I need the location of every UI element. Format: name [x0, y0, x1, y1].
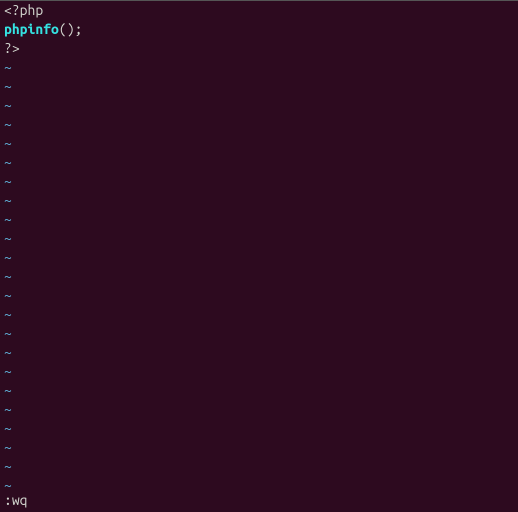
- php-close-tag: ?>: [4, 40, 20, 56]
- semicolon: ;: [75, 21, 83, 37]
- vim-editor[interactable]: <?php phpinfo(); ?> ~~~~~~~~~~~~~~~~~~~~…: [0, 1, 518, 512]
- empty-line-tilde: ~: [4, 305, 514, 324]
- empty-line-tilde: ~: [4, 419, 514, 438]
- empty-line-tilde: ~: [4, 172, 514, 191]
- parentheses: (): [59, 21, 75, 37]
- empty-line-tilde: ~: [4, 400, 514, 419]
- empty-line-tilde: ~: [4, 457, 514, 476]
- empty-line-tilde: ~: [4, 153, 514, 172]
- empty-line-tilde: ~: [4, 476, 514, 495]
- empty-line-tilde: ~: [4, 267, 514, 286]
- code-line-2: phpinfo();: [4, 20, 514, 39]
- empty-line-tilde: ~: [4, 58, 514, 77]
- empty-line-tilde: ~: [4, 210, 514, 229]
- empty-line-tilde: ~: [4, 362, 514, 381]
- empty-line-tilde: ~: [4, 134, 514, 153]
- empty-line-tilde: ~: [4, 324, 514, 343]
- code-buffer[interactable]: <?php phpinfo(); ?>: [4, 1, 514, 58]
- empty-line-tilde: ~: [4, 381, 514, 400]
- empty-line-tilde: ~: [4, 77, 514, 96]
- empty-line-tilde: ~: [4, 229, 514, 248]
- php-open-tag: <?php: [4, 2, 43, 18]
- code-line-1: <?php: [4, 1, 514, 20]
- function-call: phpinfo: [4, 21, 59, 37]
- empty-line-tilde: ~: [4, 286, 514, 305]
- empty-line-tilde: ~: [4, 96, 514, 115]
- empty-line-tilde: ~: [4, 343, 514, 362]
- empty-line-tilde: ~: [4, 115, 514, 134]
- code-line-3: ?>: [4, 39, 514, 58]
- empty-line-tilde: ~: [4, 191, 514, 210]
- empty-line-tilde: ~: [4, 438, 514, 457]
- empty-line-tilde: ~: [4, 248, 514, 267]
- command-line[interactable]: :wq: [4, 491, 28, 510]
- empty-lines-region: ~~~~~~~~~~~~~~~~~~~~~~~: [4, 58, 514, 512]
